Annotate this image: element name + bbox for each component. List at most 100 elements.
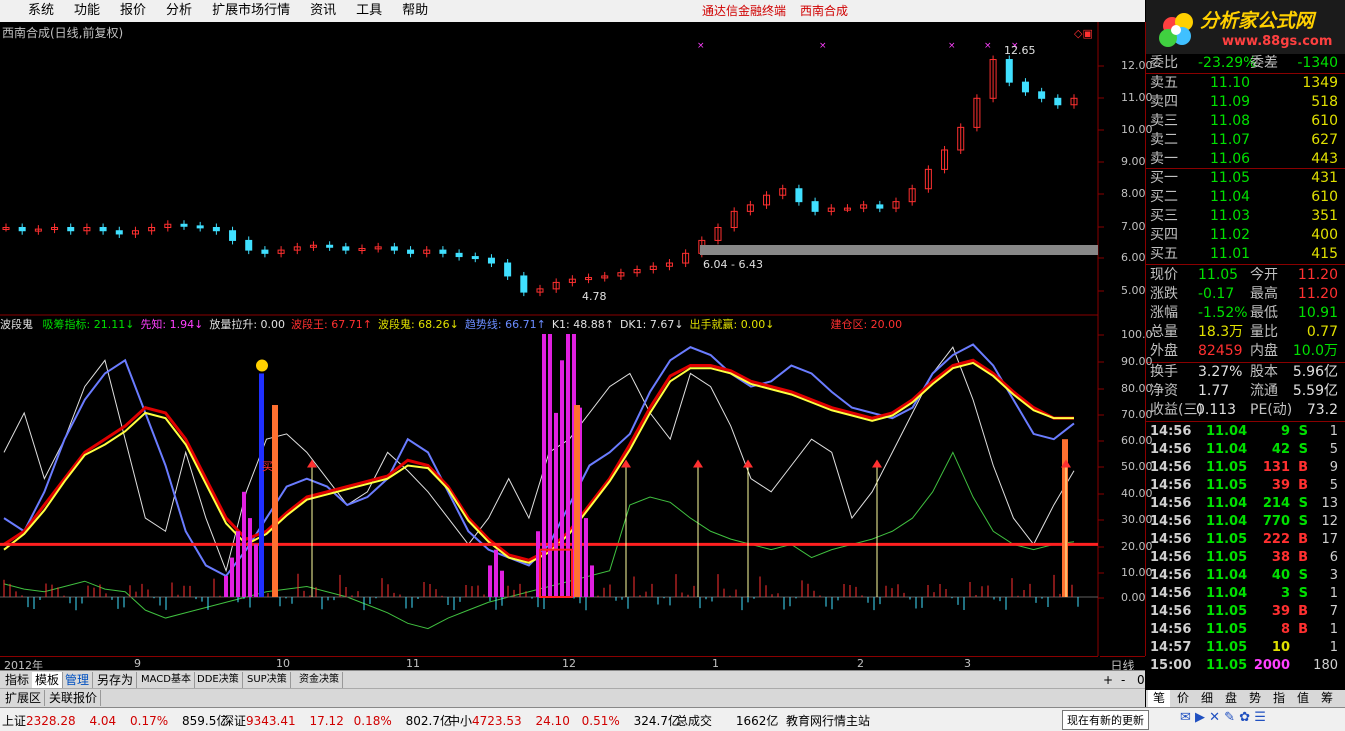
- candle-body: [795, 188, 803, 203]
- quote-tab-2[interactable]: 细: [1196, 690, 1218, 707]
- ask-volume: 627: [1311, 132, 1338, 148]
- news-ticker[interactable]: 教育网行情主站: [786, 712, 870, 729]
- money-bag-icon: [256, 359, 268, 372]
- bid-price: 11.03: [1210, 208, 1251, 224]
- formula-tab-3[interactable]: 另存为: [94, 672, 138, 688]
- indicator-name: 波段鬼: [0, 318, 33, 331]
- index-sz[interactable]: 深证9343.41 17.12 0.18% 802.7亿: [222, 712, 452, 729]
- formula-tab-1[interactable]: 模板: [32, 672, 64, 688]
- stat-label-2: 最低: [1250, 305, 1278, 321]
- menu-item-1[interactable]: 功能: [64, 0, 110, 22]
- tick-direction: B: [1298, 478, 1308, 493]
- index-zx[interactable]: 中小4723.53 24.10 0.51% 324.7亿: [448, 712, 680, 729]
- zoom-button-0[interactable]: +: [1100, 672, 1116, 688]
- indicator-tick: 90.00: [1121, 355, 1153, 368]
- candle-body: [407, 249, 415, 254]
- signal-marker: ×: [819, 41, 827, 51]
- indicator-tick: 10.00: [1121, 566, 1153, 579]
- tick-direction: S: [1298, 586, 1308, 601]
- stat-label-2: 最高: [1250, 286, 1278, 302]
- tick-time: 14:56: [1150, 460, 1192, 475]
- stat-label-2: 今开: [1250, 267, 1278, 283]
- bid-price: 11.01: [1210, 246, 1251, 262]
- tick-volume: 38: [1271, 550, 1290, 565]
- candle-body: [245, 239, 253, 251]
- tick-row: 14:56 11.05 8 B 1: [1150, 621, 1342, 639]
- tick-count: 1: [1329, 424, 1338, 439]
- chart-svg[interactable]: × × × × ×: [0, 22, 1145, 656]
- index-sz-chg: 17.12: [309, 714, 344, 728]
- index-sh[interactable]: 上证2328.28 4.04 0.17% 859.5亿: [2, 712, 228, 729]
- zoom-button-1[interactable]: -: [1118, 672, 1128, 688]
- quote-row: 净资 1.77 流通 5.59亿: [1150, 382, 1342, 401]
- quote-tab-6[interactable]: 值: [1292, 690, 1314, 707]
- indicator-value-9: 建仓区: 20.00: [830, 318, 903, 331]
- date-label: 1: [712, 657, 719, 670]
- stat-value-2: 5.96亿: [1292, 364, 1338, 380]
- quote-tabs: 笔价细盘势指值筹: [1146, 690, 1345, 707]
- candle-body: [439, 249, 447, 254]
- quote-row: 委比 -23.29% 委差 -1340: [1150, 54, 1342, 73]
- stat-label-2: 流通: [1250, 383, 1278, 399]
- tick-direction: B: [1298, 550, 1308, 565]
- quote-tab-1[interactable]: 价: [1172, 690, 1194, 707]
- quote-tab-0[interactable]: 笔: [1148, 690, 1170, 707]
- bid-label: 买五: [1150, 246, 1178, 262]
- period-label[interactable]: 日线: [1100, 656, 1145, 673]
- extension-tab-1[interactable]: 关联报价: [46, 690, 102, 706]
- candle-body: [1005, 59, 1013, 83]
- tick-price: 11.05: [1206, 658, 1248, 673]
- momentum-bar: [242, 491, 246, 597]
- tick-direction: S: [1298, 514, 1308, 529]
- candle-body: [229, 230, 237, 241]
- formula-tab-6[interactable]: SUP决策: [244, 672, 291, 688]
- menu-item-7[interactable]: 帮助: [392, 0, 438, 22]
- formula-tab-7[interactable]: 资金决策: [296, 672, 343, 688]
- tick-row: 14:56 11.04 9 S 1: [1150, 423, 1342, 441]
- extension-tab-0[interactable]: 扩展区: [2, 690, 46, 706]
- menu-item-4[interactable]: 扩展市场行情: [202, 0, 300, 22]
- candle-body: [504, 262, 512, 277]
- total-turnover-value: 1662亿: [735, 714, 779, 728]
- status-tool-icons[interactable]: ✉ ▶ ✕ ✎ ✿ ☰: [1180, 710, 1266, 725]
- quote-tab-3[interactable]: 盘: [1220, 690, 1242, 707]
- candle-body: [1038, 91, 1046, 99]
- quote-panel: 分析家公式网 www.88gs.com 委比 -23.29% 委差 -1340 卖五 11…: [1146, 0, 1345, 707]
- menu-item-3[interactable]: 分析: [156, 0, 202, 22]
- weicha-label: 委差: [1250, 55, 1278, 71]
- total-turnover: 总成交 1662亿: [676, 712, 778, 729]
- formula-tab-0[interactable]: 指标: [2, 672, 34, 688]
- candle-body: [196, 225, 204, 229]
- index-zx-chg: 24.10: [535, 714, 570, 728]
- date-label: 9: [134, 657, 141, 670]
- bid-volume: 400: [1311, 227, 1338, 243]
- tick-count: 6: [1329, 550, 1338, 565]
- tick-direction: S: [1298, 424, 1308, 439]
- bid-label: 买四: [1150, 227, 1178, 243]
- indicator-tick: 80.00: [1121, 382, 1153, 395]
- formula-tab-4[interactable]: MACD基本: [138, 672, 195, 688]
- update-popup[interactable]: 现在有新的更新: [1062, 710, 1149, 730]
- quote-tab-5[interactable]: 指: [1268, 690, 1290, 707]
- quote-tab-7[interactable]: 筹: [1316, 690, 1338, 707]
- separator: [1146, 264, 1345, 265]
- formula-tab-5[interactable]: DDE决策: [194, 672, 243, 688]
- menu-item-0[interactable]: 系统: [18, 0, 64, 22]
- weicha-value: -1340: [1297, 55, 1338, 71]
- chart-corner-icons[interactable]: ◇▣: [1074, 27, 1093, 40]
- menu-item-6[interactable]: 工具: [346, 0, 392, 22]
- quote-tab-4[interactable]: 势: [1244, 690, 1266, 707]
- menu-item-5[interactable]: 资讯: [300, 0, 346, 22]
- logo-url: www.88gs.com: [1222, 34, 1333, 49]
- tick-price: 11.05: [1206, 604, 1248, 619]
- quote-row: 卖三 11.08 610: [1150, 112, 1342, 131]
- menu-item-2[interactable]: 报价: [110, 0, 156, 22]
- chart-area[interactable]: × × × × ×: [0, 22, 1146, 656]
- momentum-bar: [254, 544, 258, 597]
- indicator-tick: 100.0: [1121, 328, 1153, 341]
- formula-tab-2[interactable]: 管理: [62, 672, 94, 688]
- tick-row: 14:56 11.05 39 B 7: [1150, 603, 1342, 621]
- stat-label: 收益(三): [1150, 402, 1203, 418]
- app-title: 通达信金融终端: [702, 4, 787, 18]
- tick-volume: 42: [1271, 442, 1290, 457]
